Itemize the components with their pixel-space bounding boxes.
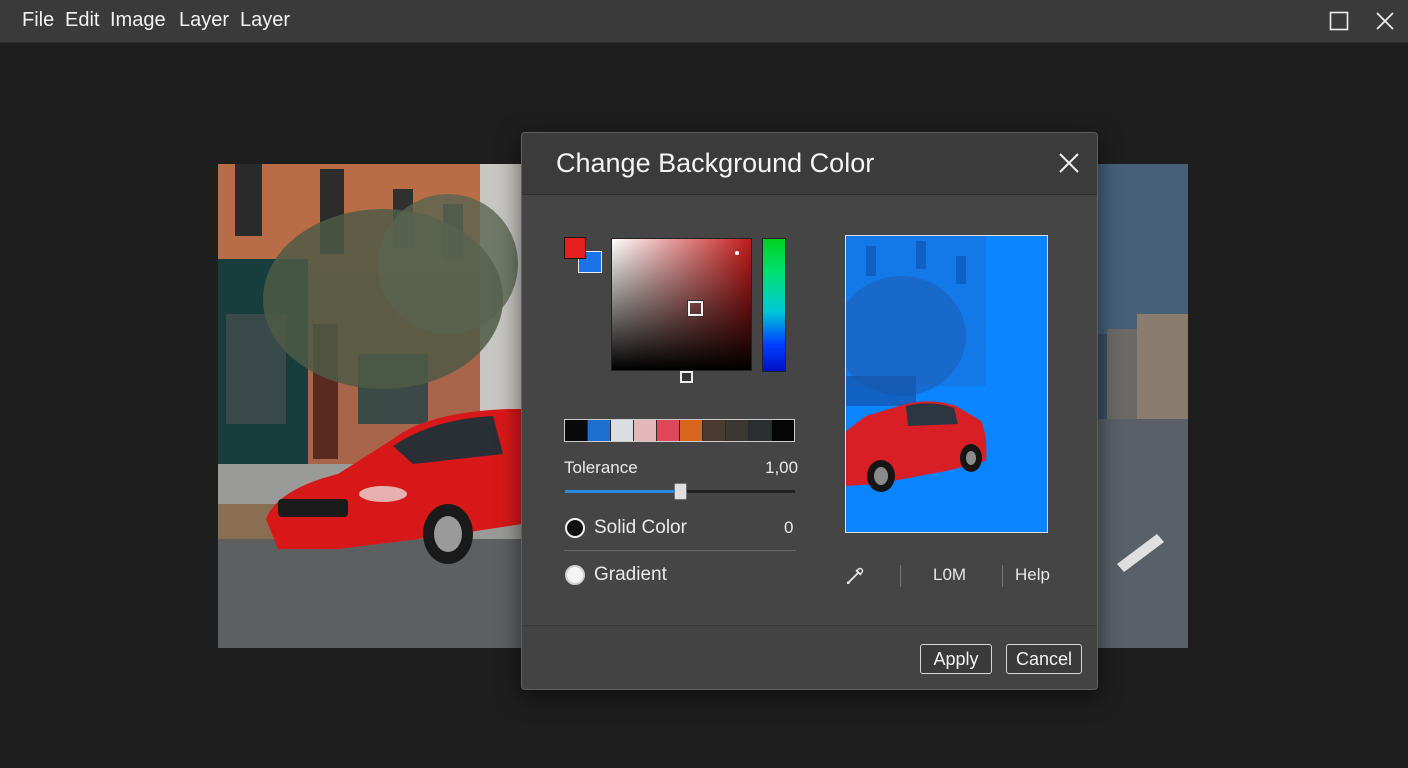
maximize-button[interactable] <box>1325 8 1353 34</box>
picker-position-handle[interactable] <box>680 371 693 383</box>
eyedropper-icon <box>847 567 864 584</box>
gradient-radio[interactable] <box>565 565 585 585</box>
lom-button[interactable]: L0M <box>933 565 966 585</box>
palette-swatch[interactable] <box>657 420 680 441</box>
gradient-label: Gradient <box>594 564 667 585</box>
tolerance-slider-thumb[interactable] <box>674 483 687 500</box>
close-icon <box>1059 153 1079 173</box>
apply-button[interactable]: Apply <box>920 644 992 674</box>
palette-swatch[interactable] <box>611 420 634 441</box>
tolerance-value: 1,00 <box>765 458 799 477</box>
dialog-footer: Apply Cancel <box>522 625 1097 689</box>
color-palette <box>564 419 795 442</box>
street-photo <box>218 164 522 648</box>
canvas-image[interactable] <box>218 164 522 648</box>
menu-edit[interactable]: Edit <box>65 9 99 32</box>
dialog-close-button[interactable] <box>1055 149 1083 177</box>
eyedropper-button[interactable] <box>844 565 866 587</box>
saturation-value-picker[interactable] <box>611 238 752 371</box>
tolerance-label: Tolerance <box>564 458 638 477</box>
dialog-title: Change Background Color <box>556 148 875 178</box>
preview-photo <box>846 236 1047 532</box>
dialog-header: Change Background Color <box>522 133 1097 195</box>
square-outline-icon <box>1329 11 1349 31</box>
tolerance-slider-fill <box>565 490 680 493</box>
street-photo-right <box>1097 164 1188 648</box>
solid-color-value: 0 <box>784 518 794 537</box>
menu-layer-2[interactable]: Layer <box>240 9 290 32</box>
solid-color-label: Solid Color <box>594 517 687 538</box>
menu-file[interactable]: File <box>22 9 54 32</box>
change-background-dialog: Change Background Color Tolerance 1,00 S… <box>521 132 1098 690</box>
foreground-color-swatch[interactable] <box>564 237 586 259</box>
palette-swatch[interactable] <box>772 420 794 441</box>
cancel-button[interactable]: Cancel <box>1006 644 1082 674</box>
palette-swatch[interactable] <box>726 420 749 441</box>
color-picker-handle[interactable] <box>688 301 703 316</box>
palette-swatch[interactable] <box>680 420 703 441</box>
solid-color-radio[interactable] <box>565 518 585 538</box>
palette-swatch[interactable] <box>634 420 657 441</box>
menu-image[interactable]: Image <box>110 9 166 32</box>
window-close-button[interactable] <box>1371 8 1399 34</box>
preview-image <box>845 235 1048 533</box>
menu-layer[interactable]: Layer <box>179 9 229 32</box>
palette-swatch[interactable] <box>749 420 772 441</box>
palette-swatch[interactable] <box>565 420 588 441</box>
hue-slider[interactable] <box>762 238 786 372</box>
close-icon <box>1376 12 1394 30</box>
palette-swatch[interactable] <box>703 420 726 441</box>
menu-bar: File Edit Image Layer Layer <box>0 0 1408 43</box>
help-link[interactable]: Help <box>1015 565 1050 585</box>
tool-separator-2 <box>1002 565 1003 587</box>
canvas-image-right <box>1097 164 1188 648</box>
tool-separator <box>900 565 901 587</box>
sv-highlight-dot <box>735 251 739 255</box>
palette-swatch[interactable] <box>588 420 611 441</box>
options-divider <box>564 550 796 551</box>
